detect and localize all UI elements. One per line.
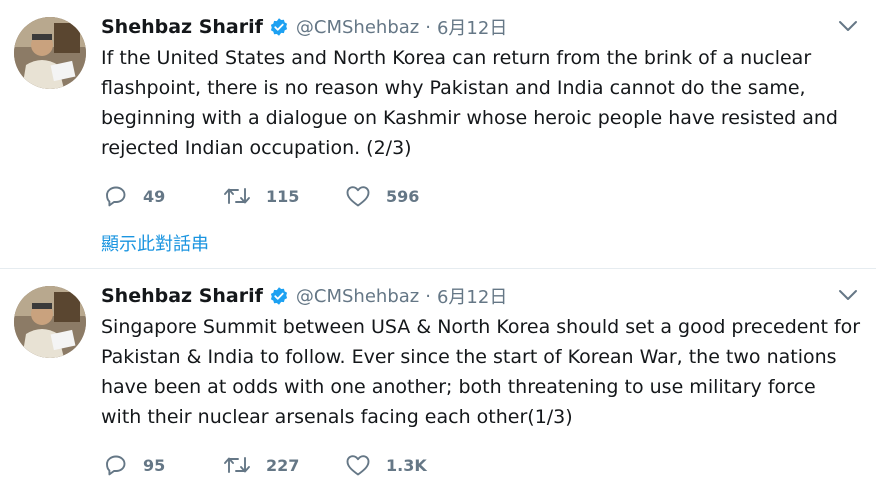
reply-button[interactable]: 95 [104, 453, 223, 477]
show-thread-link[interactable]: 顯示此對話串 [101, 230, 209, 256]
like-icon [346, 455, 370, 476]
tweet-header: Shehbaz Sharif @CMShehbaz · 6月12日 [101, 282, 507, 310]
verified-badge-icon [270, 287, 287, 305]
separator: · [425, 16, 431, 38]
author-name[interactable]: Shehbaz Sharif [101, 16, 263, 38]
tweet-date[interactable]: 6月12日 [437, 283, 507, 309]
avatar-image [14, 17, 86, 89]
retweet-count: 115 [266, 186, 300, 206]
chevron-down-icon[interactable] [838, 288, 858, 302]
reply-count: 49 [143, 186, 166, 206]
like-button[interactable]: 596 [345, 184, 475, 208]
reply-icon [106, 186, 126, 207]
tweet-header: Shehbaz Sharif @CMShehbaz · 6月12日 [101, 13, 507, 41]
author-handle[interactable]: @CMShehbaz [296, 17, 419, 38]
tweet-text: Singapore Summit between USA & North Kor… [101, 316, 861, 428]
tweet-text: If the United States and North Korea can… [101, 47, 838, 159]
like-count: 596 [386, 186, 420, 206]
reply-count: 95 [143, 455, 166, 475]
separator: · [425, 285, 431, 307]
like-count: 1.3K [386, 455, 427, 475]
like-icon [346, 186, 370, 207]
retweet-button[interactable]: 115 [223, 184, 345, 208]
avatar[interactable] [14, 286, 86, 358]
chevron-down-icon[interactable] [838, 19, 858, 33]
tweet[interactable]: Shehbaz Sharif @CMShehbaz · 6月12日 Singap… [0, 269, 876, 496]
avatar[interactable] [14, 17, 86, 89]
reply-button[interactable]: 49 [104, 184, 223, 208]
author-name[interactable]: Shehbaz Sharif [101, 285, 263, 307]
retweet-icon [224, 188, 250, 204]
author-handle[interactable]: @CMShehbaz [296, 286, 419, 307]
reply-icon [106, 455, 126, 476]
tweet[interactable]: Shehbaz Sharif @CMShehbaz · 6月12日 If the… [0, 0, 876, 269]
retweet-count: 227 [266, 455, 300, 475]
tweet-date[interactable]: 6月12日 [437, 14, 507, 40]
avatar-image [14, 286, 86, 358]
like-button[interactable]: 1.3K [345, 453, 475, 477]
tweet-actions: 49 115 596 [104, 184, 475, 208]
verified-badge-icon [270, 18, 287, 36]
retweet-button[interactable]: 227 [223, 453, 345, 477]
tweet-actions: 95 227 1.3K [104, 453, 475, 477]
retweet-icon [224, 457, 250, 473]
